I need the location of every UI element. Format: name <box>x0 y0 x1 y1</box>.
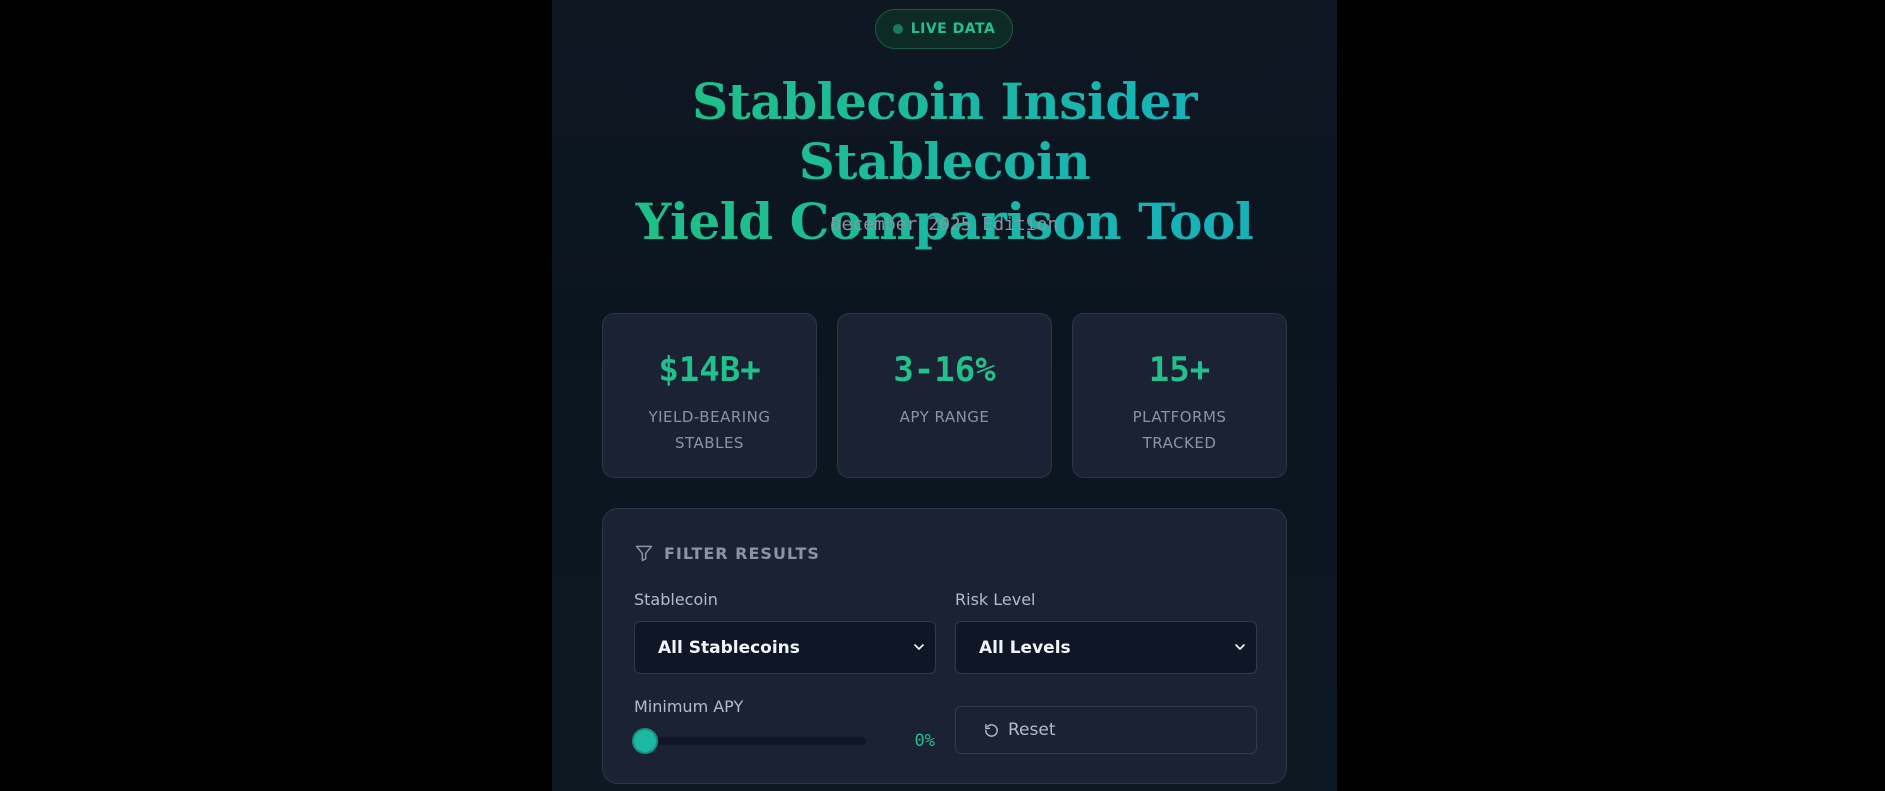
stat-card-apy-range: 3-16% APY RANGE <box>837 313 1052 478</box>
stat-value: 15+ <box>1148 350 1211 390</box>
stat-label: YIELD-BEARING STABLES <box>648 408 771 452</box>
live-dot-icon <box>892 24 903 34</box>
filter-header: FILTER RESULTS <box>634 543 820 563</box>
stat-label: PLATFORMS TRACKED <box>1132 408 1227 452</box>
reset-icon <box>985 723 998 737</box>
risk-level-select[interactable]: All Levels <box>955 621 1257 674</box>
stablecoin-select[interactable]: All Stablecoins <box>634 621 936 674</box>
title-line-1: Stablecoin Insider Stablecoin <box>692 72 1197 191</box>
reset-button[interactable]: Reset <box>955 706 1257 754</box>
min-apy-slider-track[interactable] <box>634 737 866 745</box>
stat-value: 3-16% <box>893 350 996 390</box>
stat-label: APY RANGE <box>899 408 990 426</box>
filter-header-label: FILTER RESULTS <box>664 543 820 563</box>
live-data-badge: LIVE DATA <box>875 9 1013 49</box>
filter-icon <box>635 545 653 562</box>
risk-level-label: Risk Level <box>955 590 1036 609</box>
filter-panel: FILTER RESULTS Stablecoin All Stablecoin… <box>602 508 1287 784</box>
stablecoin-label: Stablecoin <box>634 590 718 609</box>
stat-value: $14B+ <box>658 350 761 390</box>
stat-card-platforms: 15+ PLATFORMS TRACKED <box>1072 313 1287 478</box>
reset-button-label: Reset <box>1008 720 1056 740</box>
min-apy-slider-thumb[interactable] <box>634 730 656 752</box>
badge-label: LIVE DATA <box>910 21 996 37</box>
risk-level-select-value: All Levels <box>979 637 1071 658</box>
chevron-down-icon <box>1235 644 1245 650</box>
min-apy-label: Minimum APY <box>634 697 744 716</box>
min-apy-value: 0% <box>914 731 935 751</box>
page-subtitle: December 2025 Edition <box>830 214 1059 235</box>
page: LIVE DATA Stablecoin Insider Stablecoin … <box>552 0 1337 791</box>
stablecoin-select-value: All Stablecoins <box>658 637 800 658</box>
stat-card-yield-bearing: $14B+ YIELD-BEARING STABLES <box>602 313 817 478</box>
chevron-down-icon <box>914 644 924 650</box>
